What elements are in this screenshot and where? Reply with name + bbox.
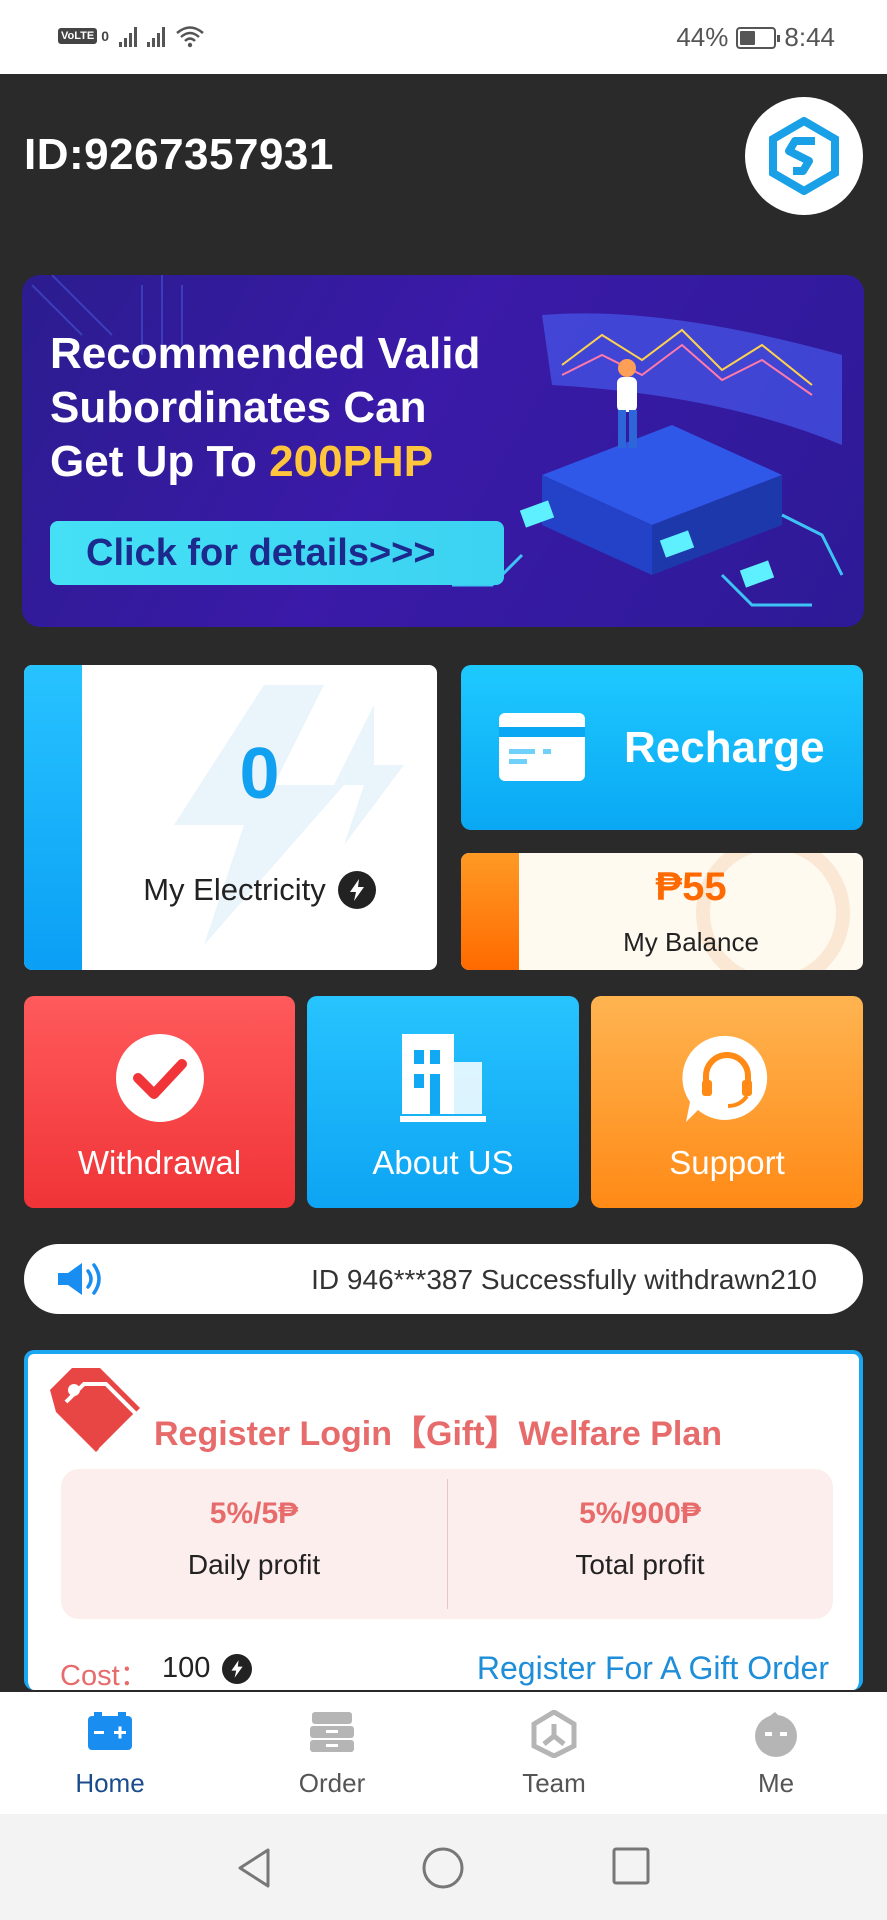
nav-order[interactable]: Order [262, 1692, 402, 1814]
banner-highlight: 200PHP [269, 437, 434, 486]
home-circle-icon[interactable] [421, 1846, 465, 1890]
promo-banner[interactable]: Recommended Valid Subordinates Can Get U… [22, 275, 864, 627]
profile-face-icon [755, 1712, 797, 1757]
status-right: 44% 8:44 [676, 22, 835, 53]
announcement-text: ID 946***387 Successfully withdrawn210 [311, 1264, 817, 1295]
lightning-bg-icon [174, 685, 404, 945]
status-bar: VoLTE 0 44% 8:44 [0, 0, 887, 74]
daily-profit-col: 5%/5₱ Daily profit [61, 1469, 447, 1581]
banner-details-button[interactable]: Click for details>>> [50, 521, 504, 585]
battery-percent: 44% [676, 22, 729, 52]
profit-summary: 5%/5₱ Daily profit 5%/900₱ Total profit [61, 1469, 833, 1619]
banner-line-1: Recommended Valid [50, 329, 481, 378]
total-profit-label: Total profit [575, 1549, 705, 1580]
total-profit-col: 5%/900₱ Total profit [447, 1469, 833, 1581]
about-us-button[interactable]: About US [307, 996, 579, 1208]
banner-line-3-prefix: Get Up To [50, 437, 270, 486]
nav-order-label: Order [298, 1768, 366, 1798]
price-tag-icon [50, 1368, 140, 1452]
headset-icon [682, 1035, 768, 1122]
user-id: ID:9267357931 [24, 130, 334, 179]
balance-label: My Balance [623, 927, 759, 957]
volte-suffix: 0 [101, 28, 109, 44]
battery-home-icon [88, 1712, 132, 1750]
lightning-coin-icon [222, 1653, 253, 1684]
about-us-label: About US [372, 1144, 514, 1181]
credit-card-icon [499, 713, 585, 781]
team-icon [531, 1710, 577, 1758]
daily-profit-label: Daily profit [187, 1549, 321, 1580]
daily-profit-value: 5%/5₱ [209, 1497, 299, 1530]
nav-home[interactable]: Home [40, 1692, 180, 1814]
battery-icon [736, 26, 781, 49]
announcement-bar: ID 946***387 Successfully withdrawn210 [24, 1244, 863, 1314]
banner-line-3: Get Up To 200PHP [50, 435, 480, 489]
signal-icon [119, 25, 137, 47]
card-accent-strip [24, 665, 82, 970]
total-profit-value: 5%/900₱ [579, 1497, 701, 1530]
banner-line-2: Subordinates Can [50, 383, 427, 432]
logo-mark-icon [769, 117, 839, 195]
volte-icon: VoLTE [58, 28, 98, 44]
banner-headline: Recommended Valid Subordinates Can Get U… [50, 327, 480, 489]
balance-value: ₱55 [655, 865, 727, 909]
signal-icon-2 [147, 25, 165, 47]
status-left: VoLTE 0 [58, 24, 205, 48]
app-logo-icon[interactable] [745, 97, 863, 215]
clock: 8:44 [784, 22, 835, 52]
support-button[interactable]: Support [591, 996, 863, 1208]
balance-card[interactable]: ₱55 My Balance [461, 853, 863, 970]
checkmark-icon [115, 1034, 204, 1122]
back-triangle-icon[interactable] [234, 1846, 274, 1890]
speaker-icon [58, 1263, 101, 1295]
recharge-label: Recharge [624, 723, 825, 772]
recharge-button[interactable]: Recharge [461, 665, 863, 830]
nav-team-label: Team [522, 1768, 586, 1798]
electricity-value: 0 [239, 734, 280, 814]
cost-value: 100 [162, 1652, 211, 1684]
nav-me[interactable]: Me [706, 1692, 846, 1814]
withdrawal-label: Withdrawal [77, 1144, 242, 1181]
welfare-title: Register Login【Gift】Welfare Plan [154, 1415, 723, 1453]
support-label: Support [669, 1144, 785, 1181]
nav-team[interactable]: Team [484, 1692, 624, 1814]
nav-me-label: Me [757, 1768, 795, 1798]
electricity-label-row: My Electricity [82, 871, 437, 909]
recents-square-icon[interactable] [611, 1846, 651, 1886]
withdrawal-button[interactable]: Withdrawal [24, 996, 295, 1208]
cost-label: Cost： [60, 1660, 149, 1690]
electricity-card[interactable]: 0 My Electricity [24, 665, 437, 970]
building-icon [400, 1034, 486, 1122]
cabinet-icon [310, 1712, 354, 1752]
nav-home-label: Home [75, 1768, 145, 1798]
balance-accent-strip [461, 853, 519, 970]
system-navigation-bar [0, 1814, 887, 1920]
lightning-coin-icon [337, 871, 376, 909]
cost-value-row: 100 [162, 1652, 253, 1685]
register-gift-order-link[interactable]: Register For A Gift Order [477, 1650, 829, 1687]
wifi-icon [176, 26, 204, 48]
welfare-plan-card[interactable]: Register Login【Gift】Welfare Plan 5%/5₱ D… [24, 1350, 863, 1690]
electricity-label: My Electricity [143, 872, 326, 907]
bottom-navigation: Home Order Team Me [0, 1692, 887, 1814]
